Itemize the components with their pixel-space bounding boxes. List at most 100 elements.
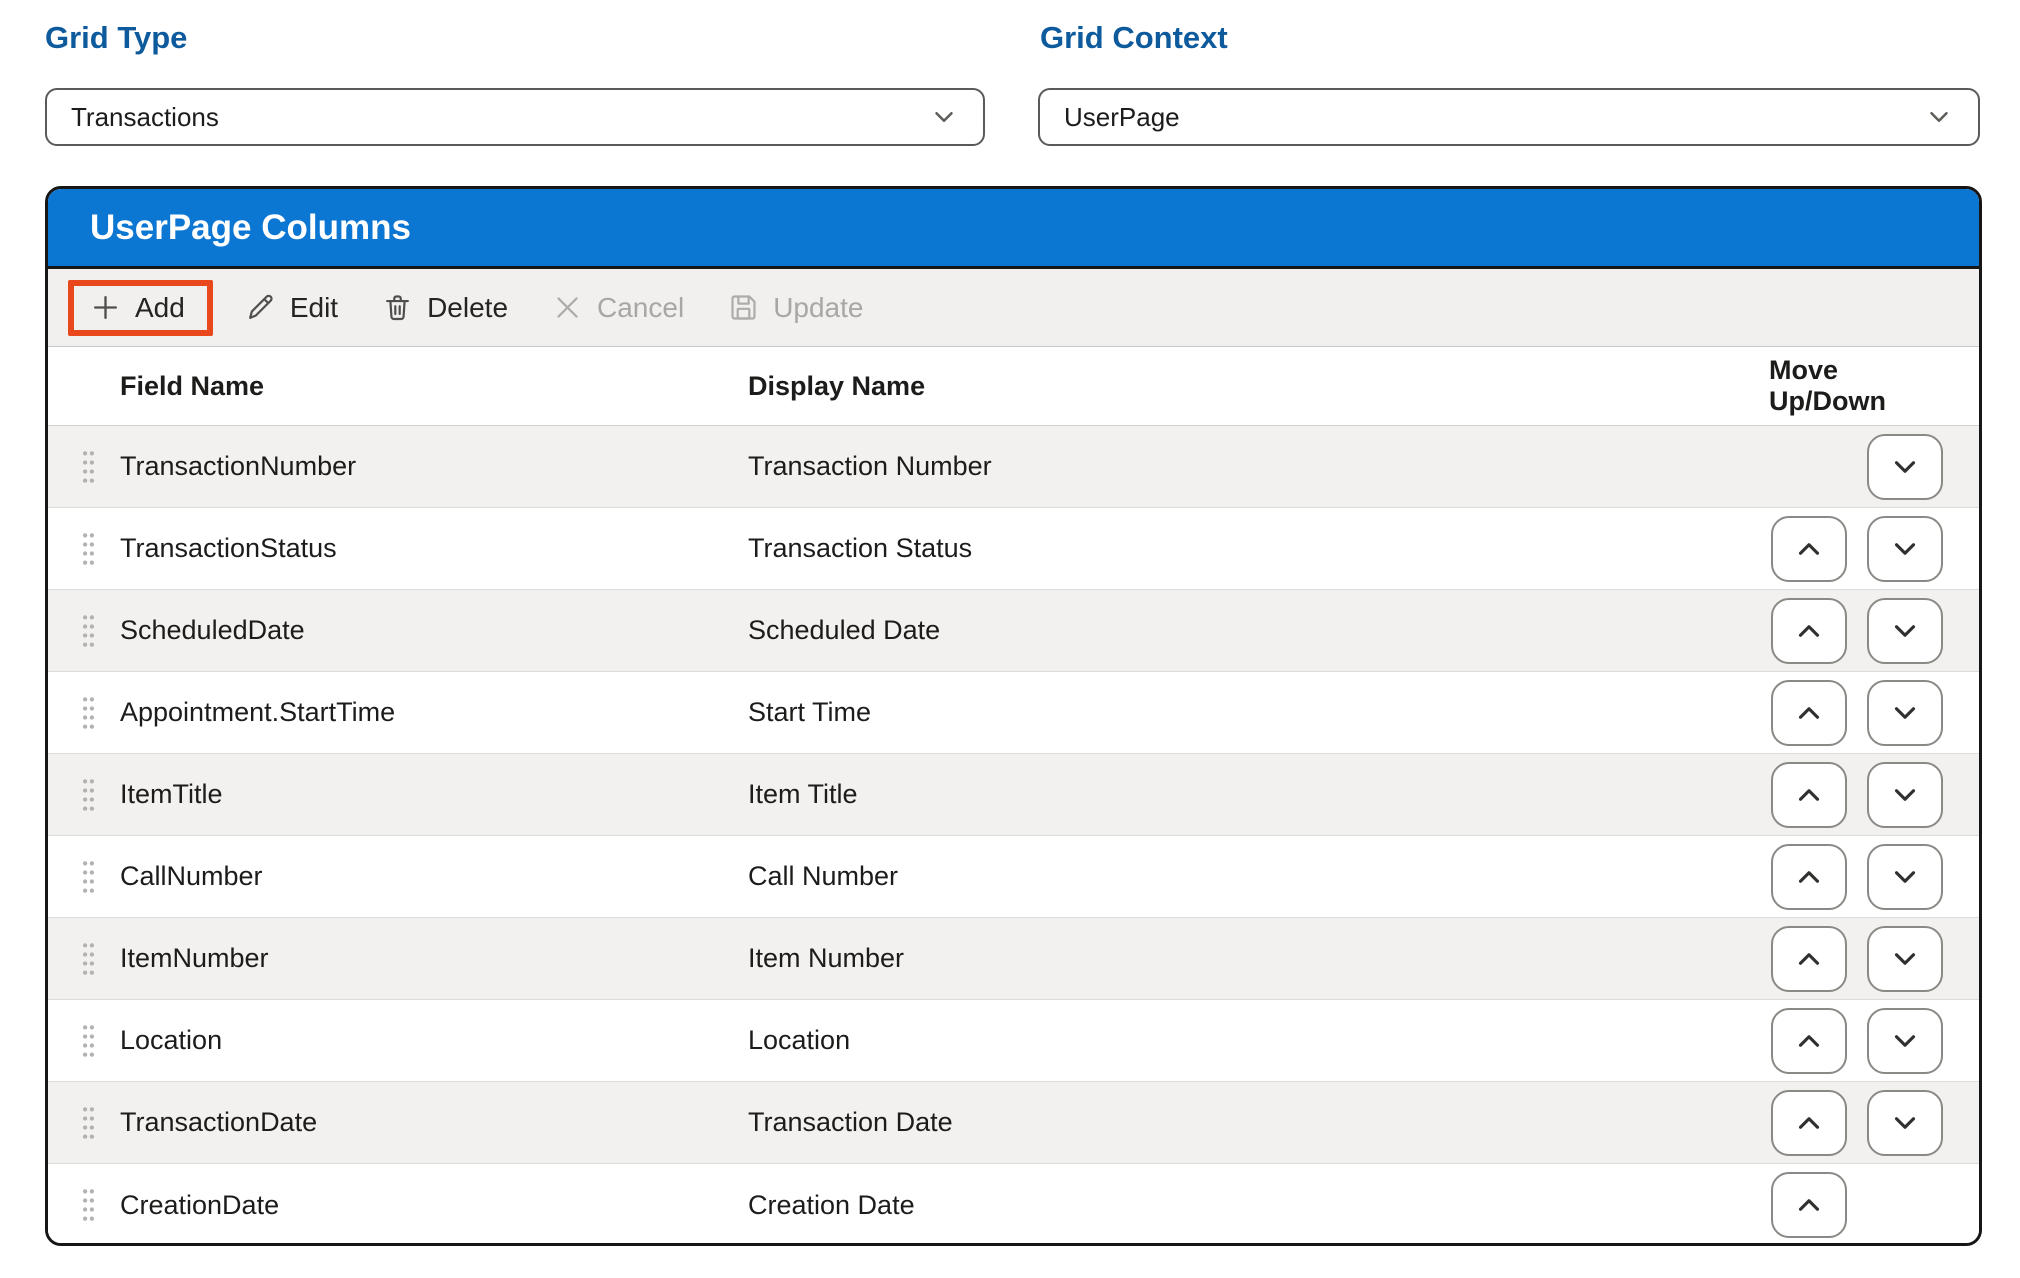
drag-handle-icon[interactable]: [80, 614, 97, 648]
update-button: Update: [706, 280, 885, 336]
field-name-cell: ItemTitle: [120, 779, 748, 810]
drag-handle-icon[interactable]: [80, 696, 97, 730]
table-header-row: Field Name Display Name Move Up/Down: [48, 347, 1979, 426]
save-icon: [728, 292, 759, 323]
toolbar: Add Edit Delete Cancel Update: [48, 269, 1979, 347]
field-name-cell: TransactionNumber: [120, 451, 748, 482]
display-name-cell: Transaction Date: [748, 1107, 1769, 1138]
chevron-down-icon: [1888, 614, 1922, 648]
move-down-button[interactable]: [1867, 598, 1943, 664]
drag-handle-icon[interactable]: [80, 450, 97, 484]
chevron-down-icon: [1924, 102, 1954, 132]
cancel-button: Cancel: [530, 280, 706, 336]
trash-icon: [382, 292, 413, 323]
chevron-up-icon: [1792, 860, 1826, 894]
move-down-button[interactable]: [1867, 516, 1943, 582]
drag-handle-icon[interactable]: [80, 860, 97, 894]
display-name-cell: Item Number: [748, 943, 1769, 974]
display-name-cell: Item Title: [748, 779, 1769, 810]
edit-button[interactable]: Edit: [223, 280, 360, 336]
drag-handle-icon[interactable]: [80, 1024, 97, 1058]
display-name-header: Display Name: [748, 371, 1769, 402]
table-row[interactable]: ItemTitle Item Title: [48, 754, 1979, 836]
add-button-label: Add: [135, 292, 185, 324]
display-name-cell: Location: [748, 1025, 1769, 1056]
chevron-down-icon: [1888, 532, 1922, 566]
move-up-button[interactable]: [1771, 1172, 1847, 1238]
grid-context-value: UserPage: [1064, 102, 1180, 133]
field-name-cell: Location: [120, 1025, 748, 1056]
delete-button-label: Delete: [427, 292, 508, 324]
field-name-cell: ScheduledDate: [120, 615, 748, 646]
chevron-down-icon: [1888, 696, 1922, 730]
move-updown-header: Move Up/Down: [1769, 355, 1979, 417]
field-name-cell: CreationDate: [120, 1190, 748, 1221]
drag-handle-icon[interactable]: [80, 1188, 97, 1222]
table-row[interactable]: Appointment.StartTime Start Time: [48, 672, 1979, 754]
field-name-cell: TransactionStatus: [120, 533, 748, 564]
chevron-down-icon: [1888, 778, 1922, 812]
userpage-columns-panel: UserPage Columns Add Edit Delete Cancel: [45, 186, 1982, 1246]
cancel-button-label: Cancel: [597, 292, 684, 324]
edit-button-label: Edit: [290, 292, 338, 324]
move-down-button[interactable]: [1867, 844, 1943, 910]
x-icon: [552, 292, 583, 323]
update-button-label: Update: [773, 292, 863, 324]
grid-type-dropdown[interactable]: Transactions: [45, 88, 985, 146]
move-down-button[interactable]: [1867, 762, 1943, 828]
chevron-up-icon: [1792, 532, 1826, 566]
panel-header: UserPage Columns: [48, 189, 1979, 269]
plus-icon: [90, 292, 121, 323]
drag-handle-icon[interactable]: [80, 532, 97, 566]
table-row[interactable]: CallNumber Call Number: [48, 836, 1979, 918]
drag-handle-icon[interactable]: [80, 942, 97, 976]
table-row[interactable]: CreationDate Creation Date: [48, 1164, 1979, 1246]
table-row[interactable]: Location Location: [48, 1000, 1979, 1082]
display-name-cell: Call Number: [748, 861, 1769, 892]
display-name-cell: Transaction Number: [748, 451, 1769, 482]
pencil-icon: [245, 292, 276, 323]
chevron-up-icon: [1792, 778, 1826, 812]
table-body: TransactionNumber Transaction Number Tra…: [48, 426, 1979, 1246]
move-up-button[interactable]: [1771, 680, 1847, 746]
chevron-down-icon: [1888, 1024, 1922, 1058]
chevron-down-icon: [1888, 942, 1922, 976]
chevron-down-icon: [1888, 450, 1922, 484]
table-row[interactable]: TransactionNumber Transaction Number: [48, 426, 1979, 508]
chevron-down-icon: [1888, 860, 1922, 894]
drag-handle-icon[interactable]: [80, 778, 97, 812]
chevron-down-icon: [1888, 1106, 1922, 1140]
move-down-button[interactable]: [1867, 926, 1943, 992]
add-button[interactable]: Add: [68, 280, 213, 336]
field-name-cell: TransactionDate: [120, 1107, 748, 1138]
grid-type-label: Grid Type: [45, 20, 187, 56]
move-down-button[interactable]: [1867, 434, 1943, 500]
table-row[interactable]: TransactionDate Transaction Date: [48, 1082, 1979, 1164]
move-up-button[interactable]: [1771, 762, 1847, 828]
drag-handle-icon[interactable]: [80, 1106, 97, 1140]
field-name-header: Field Name: [120, 371, 748, 402]
chevron-up-icon: [1792, 1106, 1826, 1140]
move-down-button[interactable]: [1867, 1008, 1943, 1074]
grid-context-dropdown[interactable]: UserPage: [1038, 88, 1980, 146]
chevron-up-icon: [1792, 614, 1826, 648]
move-up-button[interactable]: [1771, 1008, 1847, 1074]
field-name-cell: CallNumber: [120, 861, 748, 892]
move-up-button[interactable]: [1771, 598, 1847, 664]
display-name-cell: Creation Date: [748, 1190, 1769, 1221]
move-up-button[interactable]: [1771, 844, 1847, 910]
field-name-cell: ItemNumber: [120, 943, 748, 974]
table-row[interactable]: ItemNumber Item Number: [48, 918, 1979, 1000]
grid-context-label: Grid Context: [1040, 20, 1228, 56]
move-down-button[interactable]: [1867, 680, 1943, 746]
move-up-button[interactable]: [1771, 1090, 1847, 1156]
panel-title: UserPage Columns: [90, 208, 411, 248]
move-up-button[interactable]: [1771, 516, 1847, 582]
delete-button[interactable]: Delete: [360, 280, 530, 336]
table-row[interactable]: ScheduledDate Scheduled Date: [48, 590, 1979, 672]
move-down-button[interactable]: [1867, 1090, 1943, 1156]
display-name-cell: Scheduled Date: [748, 615, 1769, 646]
chevron-up-icon: [1792, 1024, 1826, 1058]
table-row[interactable]: TransactionStatus Transaction Status: [48, 508, 1979, 590]
move-up-button[interactable]: [1771, 926, 1847, 992]
